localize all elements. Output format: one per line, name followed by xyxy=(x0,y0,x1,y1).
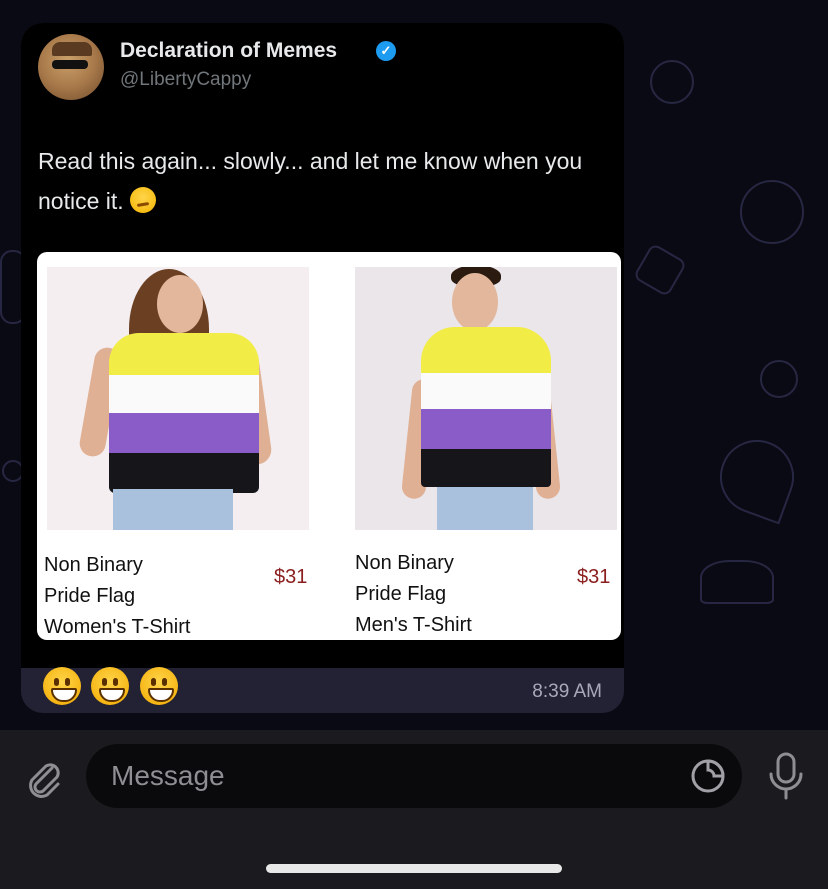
attach-paperclip-icon[interactable] xyxy=(22,756,66,800)
product-price-womens: $31 xyxy=(274,566,308,588)
doodle-pattern xyxy=(740,180,804,244)
message-composer: Message xyxy=(0,730,828,889)
grinning-face-emoji-icon xyxy=(91,667,130,705)
emoji-reactions xyxy=(43,667,184,707)
message-timestamp: 8:39 AM xyxy=(532,681,602,702)
author-name: Declaration of Memes xyxy=(120,39,338,62)
avatar xyxy=(38,34,104,100)
sunglasses-icon xyxy=(52,60,88,69)
grinning-face-emoji-icon xyxy=(43,667,81,705)
tweet-text: Read this again... slowly... and let me … xyxy=(38,141,598,221)
message-bubble[interactable]: Declaration of Memes ✓ @LibertyCappy Rea… xyxy=(21,23,624,713)
author-handle: @LibertyCappy xyxy=(120,69,252,90)
hat-icon xyxy=(52,42,92,56)
doodle-pattern xyxy=(709,429,805,525)
doodle-pattern xyxy=(700,560,774,604)
message-placeholder: Message xyxy=(111,760,225,791)
product-name-womens: Non Binary Pride Flag Women's T-Shirt xyxy=(44,554,191,638)
tweet-text-body: Read this again... slowly... and let me … xyxy=(38,148,583,214)
product-price-mens: $31 xyxy=(577,566,611,588)
sticker-icon[interactable] xyxy=(688,756,728,796)
product-name-mens: Non Binary Pride Flag Men's T-Shirt xyxy=(355,552,472,636)
home-indicator[interactable] xyxy=(266,864,562,873)
message-input[interactable]: Message xyxy=(86,744,742,808)
verified-badge-icon: ✓ xyxy=(376,41,396,61)
product-photo-womens-tshirt xyxy=(47,267,309,530)
product-listing: Non Binary Pride Flag Women's T-Shirt $3… xyxy=(37,252,621,640)
grinning-face-emoji-icon xyxy=(139,667,178,705)
doodle-pattern xyxy=(760,360,798,398)
tweet-screenshot[interactable]: Declaration of Memes ✓ @LibertyCappy Rea… xyxy=(21,23,624,668)
doodle-pattern xyxy=(650,60,694,104)
doodle-pattern xyxy=(632,242,688,298)
relieved-face-emoji-icon xyxy=(130,187,157,213)
microphone-icon[interactable] xyxy=(764,750,808,802)
chat-background: Declaration of Memes ✓ @LibertyCappy Rea… xyxy=(0,0,828,730)
product-photo-mens-tshirt xyxy=(355,267,617,530)
